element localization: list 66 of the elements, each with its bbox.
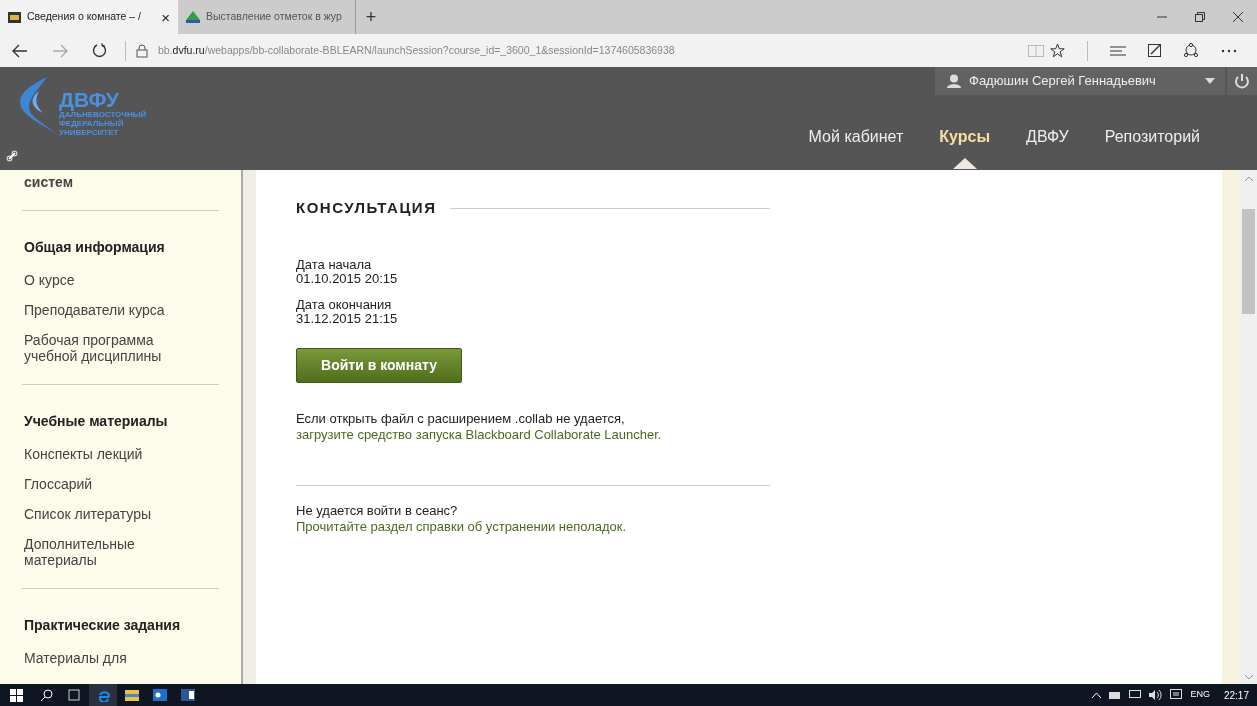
help-link[interactable]: Прочитайте раздел справки об устранении неполадок. [296, 518, 627, 534]
sidebar-link[interactable]: О курсе [24, 272, 194, 288]
help-note: Не удается войти в сеанс? Прочитайте раздел справки об устранении неполадок. [296, 502, 628, 535]
more-icon[interactable] [1221, 48, 1237, 53]
scrollbar-thumb[interactable] [1242, 209, 1255, 314]
caret-icon [1205, 78, 1215, 84]
browser-tab[interactable]: Сведения о комнате – / × [0, 0, 178, 34]
logo-subtitle: ДАЛЬНЕВОСТОЧНЫЙ [59, 110, 147, 119]
menu-icon[interactable] [1110, 44, 1126, 57]
section-title: КОНСУЛЬТАЦИЯ [296, 198, 437, 218]
refresh-icon[interactable] [92, 43, 107, 58]
nav-tab[interactable]: Мой кабинет [808, 125, 904, 169]
new-tab-button[interactable]: + [356, 0, 386, 34]
tab-title: Сведения о комнате – / [27, 9, 142, 25]
task-view-icon[interactable] [67, 689, 81, 701]
mail-app-icon[interactable] [153, 689, 167, 701]
logo-subtitle: ФЕДЕРАЛЬНЫЙ [59, 119, 125, 128]
user-icon [947, 74, 961, 88]
section-heading: Общая информация [24, 238, 166, 257]
close-icon[interactable] [1233, 12, 1243, 22]
link-icon[interactable] [6, 150, 18, 162]
field-label: Дата окончания [296, 297, 393, 312]
lock-icon [136, 43, 148, 58]
sidebar-link[interactable]: Материалы для [24, 650, 194, 666]
battery-icon[interactable] [1109, 691, 1122, 699]
search-icon[interactable] [41, 689, 53, 701]
field-value: 31.12.2015 21:15 [296, 311, 399, 326]
windows-icon[interactable] [10, 688, 23, 702]
logo-title: ДВФУ [59, 89, 119, 110]
launcher-note: Если открыть файл с расширением .collab не удается, загрузите средство запуска Blackboard Collaborate Launcher. [296, 410, 663, 443]
language-indicator[interactable]: ENG [1190, 688, 1210, 702]
notification-icon[interactable] [1170, 689, 1183, 701]
nav-tab[interactable]: Репозиторий [1104, 125, 1200, 169]
sidebar-link[interactable]: Глоссарий [24, 476, 194, 492]
triangle-icon [186, 11, 200, 23]
folder-icon[interactable] [125, 689, 139, 701]
clock[interactable]: 22:17 [1223, 687, 1249, 703]
speaker-icon[interactable] [1149, 690, 1163, 700]
user-menu[interactable]: Фадюшин Сергей Геннадьевич [935, 67, 1225, 95]
enter-room-button[interactable]: Войти в комнату [296, 347, 462, 383]
sidebar-link[interactable]: Конспекты лекций [24, 446, 194, 462]
document-app-icon[interactable] [181, 689, 195, 701]
close-tab-button[interactable]: × [161, 9, 170, 25]
sidebar-link[interactable]: Список литературы [24, 506, 194, 522]
pen-icon[interactable] [1148, 44, 1161, 57]
sidebar-link[interactable]: Рабочая программа учебной дисциплины [24, 332, 194, 364]
logo-subtitle: УНИВЕРСИТЕТ [59, 128, 120, 137]
power-icon[interactable] [1234, 73, 1250, 89]
section-heading: Практические задания [24, 616, 182, 635]
page-icon [8, 11, 21, 23]
restore-icon[interactable] [1195, 12, 1205, 22]
download-link[interactable]: загрузите средство запуска Blackboard Collaborate Launcher. [296, 426, 662, 442]
nav-tab[interactable]: ДВФУ [1026, 125, 1069, 169]
browser-icon[interactable] [96, 688, 110, 702]
sidebar-link[interactable]: Преподаватели курса [24, 302, 194, 318]
share-icon[interactable] [1183, 43, 1199, 58]
star-icon[interactable] [1050, 43, 1065, 58]
field-label: Дата начала [296, 257, 373, 272]
back-icon[interactable] [12, 43, 28, 58]
sidebar-link[interactable]: систем [24, 174, 194, 190]
sidebar-link[interactable]: Дополнительные материалы [24, 536, 194, 568]
section-heading: Учебные материалы [24, 412, 169, 431]
tab-title: Выставление отметок в жур [206, 9, 343, 25]
network-icon[interactable] [1129, 690, 1142, 700]
field-value: 01.10.2015 20:15 [296, 271, 399, 286]
chevron-up-icon[interactable] [1092, 692, 1102, 698]
